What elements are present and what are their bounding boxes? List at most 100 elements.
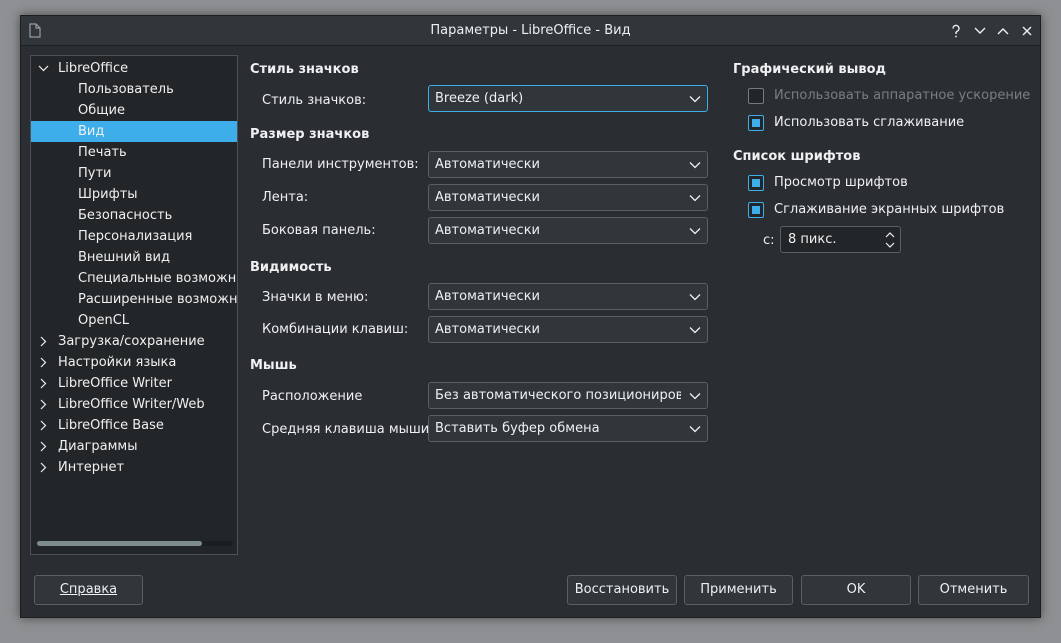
reset-button[interactable]: Восстановить <box>567 575 677 605</box>
tree-item-label: Расширенные возможности <box>78 292 238 307</box>
chevron-right-icon[interactable] <box>38 420 49 431</box>
mouse-title: Мышь <box>250 358 297 373</box>
chevron-down-icon <box>689 327 701 334</box>
ribbon-size-select[interactable]: Автоматически <box>428 184 708 211</box>
tree-item[interactable]: Вид <box>31 121 237 142</box>
help-icon[interactable] <box>946 21 966 41</box>
from-label: с: <box>763 233 775 248</box>
tree-item-label: Персонализация <box>78 229 193 244</box>
antialias-label: Использовать сглаживание <box>774 115 965 130</box>
tree-item-label: Безопасность <box>78 208 173 223</box>
tree-item-label: Настройки языка <box>58 355 177 370</box>
tree-item-label: Пользователь <box>78 82 174 97</box>
chevron-right-icon[interactable] <box>38 357 49 368</box>
tree-item[interactable]: LibreOffice <box>31 58 237 79</box>
options-tree[interactable]: Интернет Диаграммы LibreOffice Base LibreOf… <box>30 55 238 555</box>
tree-item[interactable]: OpenCL <box>31 310 237 331</box>
icon-style-label: Стиль значков: <box>262 93 367 108</box>
tree-item-label: Пути <box>78 166 112 181</box>
chevron-right-icon[interactable] <box>38 462 49 473</box>
maximize-icon[interactable] <box>993 21 1013 41</box>
shortcuts-select[interactable]: Автоматически <box>428 316 708 343</box>
menu-icons-label: Значки в меню: <box>262 290 369 305</box>
middle-button-select[interactable]: Вставить буфер обмена <box>428 415 708 442</box>
hw-accel-label: Использовать аппаратное ускорение <box>774 88 1031 103</box>
chevron-down-icon <box>689 294 701 301</box>
spin-arrows-icon[interactable] <box>885 230 895 250</box>
tree-item-label: Интернет <box>58 460 125 475</box>
tree-item-label: Шрифты <box>78 187 138 202</box>
chevron-down-icon <box>689 426 701 433</box>
cancel-button[interactable]: Отменить <box>918 575 1029 605</box>
tree-item-label: LibreOffice Base <box>58 418 164 433</box>
options-dialog: Параметры - LibreOffice - Вид Интернет Ди… <box>20 15 1041 618</box>
tree-item[interactable]: Специальные возможности <box>31 268 237 289</box>
tree-item-label: Вид <box>78 124 105 139</box>
menu-icons-select[interactable]: Автоматически <box>428 283 708 310</box>
tree-item[interactable]: Внешний вид <box>31 247 237 268</box>
screen-font-aa-checkbox[interactable] <box>748 202 764 218</box>
visibility-title: Видимость <box>250 260 332 275</box>
tree-item[interactable]: Диаграммы <box>31 436 237 457</box>
screen-font-aa-label: Сглаживание экранных шрифтов <box>774 202 1005 217</box>
tree-item[interactable]: Пути <box>31 163 237 184</box>
tree-item[interactable]: Печать <box>31 142 237 163</box>
toolbars-label: Панели инструментов: <box>262 157 419 172</box>
tree-item[interactable]: Загрузка/сохранение <box>31 331 237 352</box>
chevron-right-icon[interactable] <box>38 399 49 410</box>
chevron-down-icon <box>689 195 701 202</box>
tree-item[interactable]: LibreOffice Writer <box>31 373 237 394</box>
font-size-spinbox[interactable]: 8 пикс. <box>780 226 901 253</box>
tree-item-label: Общие <box>78 103 125 118</box>
icon-style-select[interactable]: Breeze (dark) <box>428 85 708 112</box>
chevron-down-icon[interactable] <box>38 63 49 74</box>
tree-item-label: LibreOffice Writer <box>58 376 172 391</box>
tree-item-label: LibreOffice Writer/Web <box>58 397 205 412</box>
tree-item[interactable]: Пользователь <box>31 79 237 100</box>
ok-button[interactable]: OK <box>801 575 911 605</box>
sidebar-size-select[interactable]: Автоматически <box>428 217 708 244</box>
tree-item[interactable]: Персонализация <box>31 226 237 247</box>
chevron-right-icon[interactable] <box>38 378 49 389</box>
shortcuts-label: Комбинации клавиш: <box>262 322 409 337</box>
icon-size-title: Размер значков <box>250 127 370 142</box>
font-list-title: Список шрифтов <box>733 149 861 164</box>
mouse-position-label: Расположение <box>262 389 363 404</box>
apply-button[interactable]: Применить <box>684 575 793 605</box>
title-bar: Параметры - LibreOffice - Вид <box>21 16 1040 46</box>
tree-item-label: Печать <box>78 145 127 160</box>
tree-item-label: Загрузка/сохранение <box>58 334 205 349</box>
tree-item-label: OpenCL <box>78 313 130 328</box>
chevron-down-icon <box>689 162 701 169</box>
scrollbar-thumb[interactable] <box>37 541 202 546</box>
chevron-down-icon <box>689 96 701 103</box>
font-preview-checkbox[interactable] <box>748 175 764 191</box>
chevron-right-icon[interactable] <box>38 336 49 347</box>
tree-item[interactable]: Шрифты <box>31 184 237 205</box>
ribbon-label: Лента: <box>262 190 309 205</box>
tree-item[interactable]: LibreOffice Writer/Web <box>31 394 237 415</box>
tree-item-label: LibreOffice <box>58 61 129 76</box>
tree-item-label: Специальные возможности <box>78 271 237 286</box>
tree-item[interactable]: Общие <box>31 100 237 121</box>
chevron-down-icon <box>689 228 701 235</box>
tree-item[interactable]: Настройки языка <box>31 352 237 373</box>
tree-item-label: Диаграммы <box>58 439 138 454</box>
mouse-position-select[interactable]: Без автоматического позиционирования <box>428 382 708 409</box>
chevron-down-icon <box>689 393 701 400</box>
window-title: Параметры - LibreOffice - Вид <box>430 23 631 38</box>
help-button[interactable]: Справка <box>34 575 143 605</box>
chevron-right-icon[interactable] <box>38 441 49 452</box>
tree-item[interactable]: Расширенные возможности <box>31 289 237 310</box>
tree-item-label: Внешний вид <box>78 250 170 265</box>
tree-item[interactable]: Интернет <box>31 457 237 478</box>
hw-accel-checkbox[interactable] <box>748 88 764 104</box>
minimize-icon[interactable] <box>970 21 990 41</box>
antialias-checkbox[interactable] <box>748 115 764 131</box>
close-icon[interactable] <box>1017 21 1037 41</box>
icon-style-title: Стиль значков <box>250 62 359 77</box>
tree-item[interactable]: LibreOffice Base <box>31 415 237 436</box>
toolbars-size-select[interactable]: Автоматически <box>428 151 708 178</box>
tree-item[interactable]: Безопасность <box>31 205 237 226</box>
graphics-output-title: Графический вывод <box>733 62 887 77</box>
